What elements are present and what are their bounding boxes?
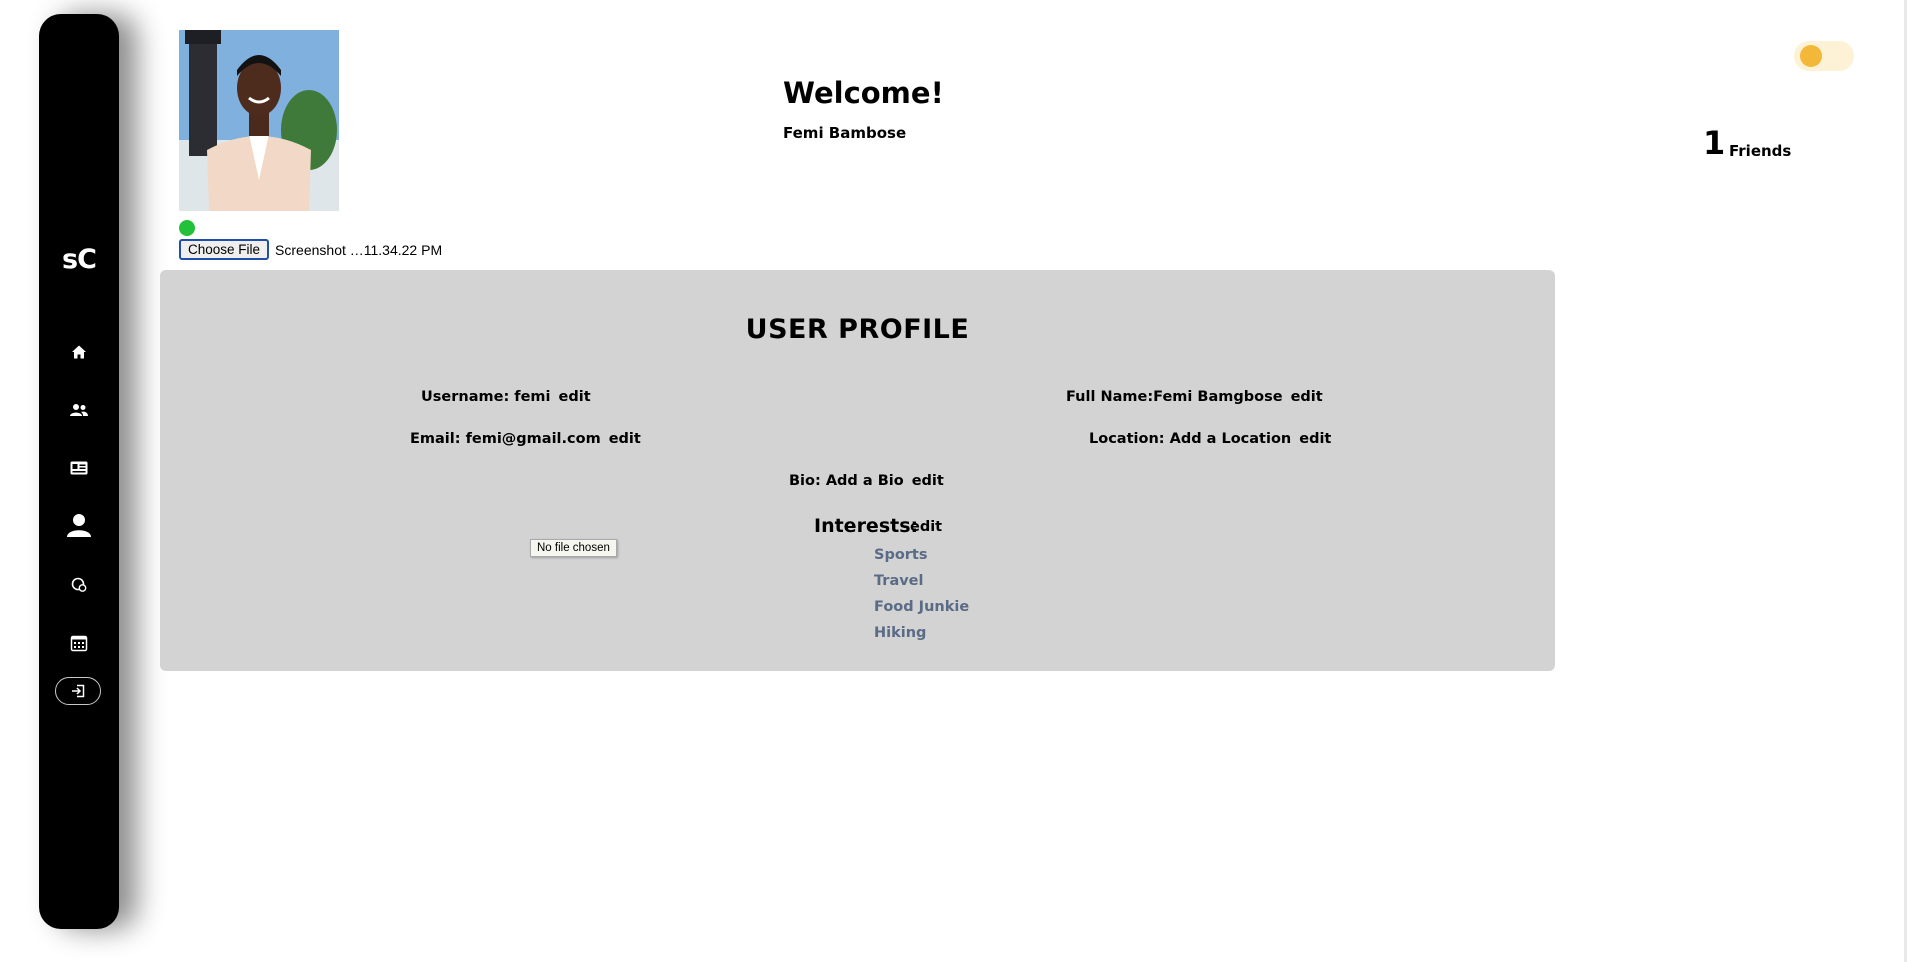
friends-label[interactable]: Friends <box>1729 142 1791 160</box>
username-value: Username: femi <box>421 389 551 405</box>
sidebar: sC <box>39 14 119 929</box>
file-upload: Choose File Screenshot …11.34.22 PM <box>179 239 442 260</box>
bio-value: Bio: Add a Bio <box>789 473 904 489</box>
welcome-heading: Welcome! <box>783 76 944 110</box>
edit-full-name-link[interactable]: edit <box>1291 389 1323 405</box>
chat-icon[interactable] <box>39 570 119 600</box>
full-name-value: Full Name:Femi Bamgbose <box>1066 389 1283 405</box>
online-status-indicator <box>179 220 195 236</box>
edit-email-link[interactable]: edit <box>609 431 641 447</box>
toggle-knob <box>1800 45 1822 67</box>
choose-file-button[interactable]: Choose File <box>179 239 270 260</box>
logout-icon <box>72 684 85 698</box>
friends-count[interactable]: 1 <box>1703 124 1725 162</box>
interest-item[interactable]: Sports <box>874 547 928 563</box>
email-value: Email: femi@gmail.com <box>410 431 601 447</box>
friends-icon[interactable] <box>39 395 119 425</box>
header-user-name: Femi Bambose <box>783 124 907 142</box>
edit-username-link[interactable]: edit <box>559 389 591 405</box>
home-icon[interactable] <box>39 337 119 367</box>
interest-item[interactable]: Food Junkie <box>874 599 969 615</box>
calendar-icon[interactable] <box>39 628 119 658</box>
bio-field: Bio: Add a Bio edit <box>789 473 944 489</box>
location-field: Location: Add a Location edit <box>1089 431 1331 447</box>
interests-heading: Interests: <box>814 515 919 537</box>
profile-title: USER PROFILE <box>745 314 970 345</box>
full-name-field: Full Name:Femi Bamgbose edit <box>1066 389 1323 405</box>
theme-toggle[interactable] <box>1794 41 1854 71</box>
user-profile-card: USER PROFILE Username: femi edit Full Nam… <box>160 270 1555 671</box>
edit-interests-link[interactable]: edit <box>910 519 942 535</box>
selected-file-name: Screenshot …11.34.22 PM <box>275 241 443 258</box>
location-value: Location: Add a Location <box>1089 431 1292 447</box>
user-icon[interactable] <box>39 510 119 540</box>
interest-item[interactable]: Travel <box>874 573 924 589</box>
username-field: Username: femi edit <box>421 389 591 405</box>
edit-bio-link[interactable]: edit <box>912 473 944 489</box>
app-logo: sC <box>62 244 97 275</box>
interest-item[interactable]: Hiking <box>874 625 926 641</box>
card-icon[interactable] <box>39 453 119 483</box>
file-tooltip: No file chosen <box>530 539 617 557</box>
email-field: Email: femi@gmail.com edit <box>410 431 641 447</box>
profile-avatar <box>179 30 339 211</box>
edit-location-link[interactable]: edit <box>1299 431 1331 447</box>
logout-button[interactable] <box>55 677 101 705</box>
